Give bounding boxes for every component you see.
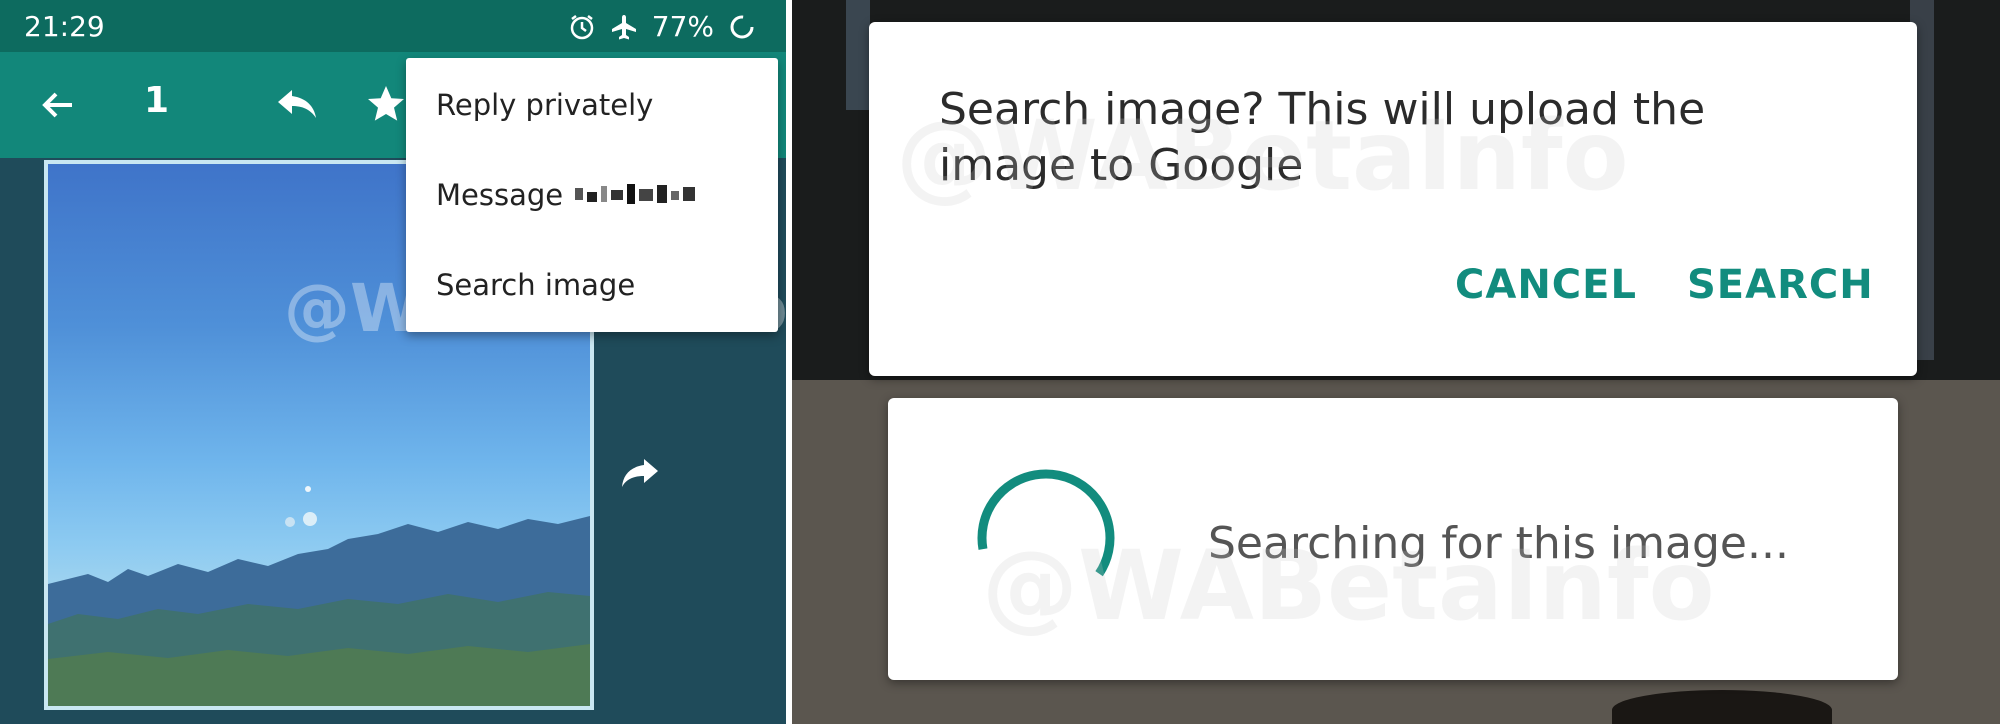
menu-item-message-label: Message bbox=[436, 178, 564, 212]
forward-icon[interactable] bbox=[620, 455, 660, 489]
media-viewer-screen: 21:29 77% 1 @WABetaInfo Reply priv bbox=[0, 0, 786, 724]
status-icons: 77% bbox=[568, 10, 756, 43]
overflow-menu: Reply privately Message Search image bbox=[406, 58, 778, 332]
watermark-right-top: @WABetaInfo bbox=[896, 100, 1629, 212]
search-image-screen: Search image? This will upload the image… bbox=[792, 0, 2000, 724]
status-bar: 21:29 77% bbox=[0, 0, 786, 52]
selected-count: 1 bbox=[144, 80, 170, 121]
search-button[interactable]: SEARCH bbox=[1687, 262, 1874, 308]
battery-percent: 77% bbox=[651, 10, 714, 43]
alarm-icon bbox=[570, 14, 594, 39]
watermark-right-bottom: @WABetaInfo bbox=[982, 530, 1715, 642]
battery-ring-icon bbox=[730, 15, 754, 38]
status-time: 21:29 bbox=[24, 10, 105, 43]
cancel-button[interactable]: CANCEL bbox=[1455, 262, 1637, 308]
star-icon[interactable] bbox=[366, 84, 406, 124]
bg-photo-edge bbox=[846, 0, 870, 110]
menu-item-search-image[interactable]: Search image bbox=[436, 268, 635, 302]
bg-avatar-shape bbox=[1612, 690, 1832, 724]
menu-item-reply-privately[interactable]: Reply privately bbox=[436, 88, 653, 122]
redacted-contact-name bbox=[575, 184, 696, 204]
reply-icon[interactable] bbox=[276, 84, 318, 124]
back-arrow-icon[interactable] bbox=[38, 86, 76, 124]
airplane-icon bbox=[611, 14, 636, 39]
menu-item-message[interactable]: Message bbox=[436, 178, 703, 212]
